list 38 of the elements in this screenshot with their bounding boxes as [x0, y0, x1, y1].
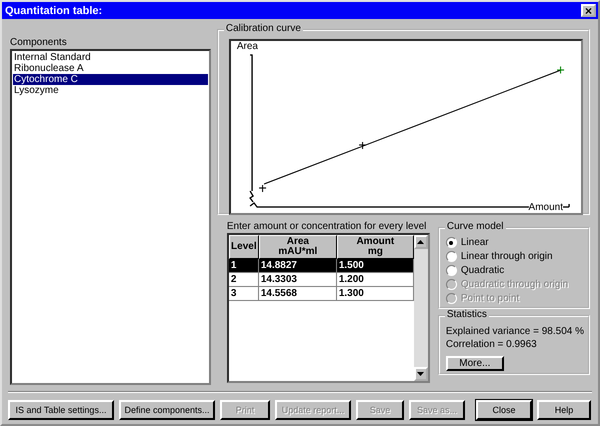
dialog-button[interactable]: IS and Table settings... — [8, 400, 114, 420]
column-header[interactable]: Area mAU*ml — [258, 235, 337, 259]
dialog-button[interactable]: Help — [537, 400, 591, 420]
more-button[interactable]: More... — [446, 356, 504, 371]
dialog-button[interactable]: Define components... — [119, 400, 215, 420]
dialog-button[interactable]: Close — [476, 400, 532, 420]
radio-option[interactable]: Quadratic — [446, 264, 584, 278]
table-cell: 14.3303 — [258, 273, 337, 286]
window-title: Quantitation table: — [5, 4, 102, 16]
scrollbar[interactable] — [414, 235, 428, 381]
table-cell: 14.5568 — [258, 287, 337, 300]
statistic-text: Correlation = 0.9963 — [446, 339, 538, 350]
table-row[interactable]: 3 14.5568 1.300 — [228, 287, 414, 301]
radio-icon[interactable] — [446, 251, 457, 262]
table-cell: 2 — [228, 273, 259, 286]
axis-label: Area — [236, 41, 258, 52]
statistic-text: Explained variance = 98.504 % — [446, 326, 584, 337]
column-header[interactable]: Amount mg — [336, 235, 414, 259]
table-cell: 14.8827 — [258, 259, 337, 272]
component-item[interactable]: Lysozyme — [13, 85, 208, 96]
radio-option[interactable]: Linear — [446, 236, 584, 250]
table-label: Enter amount or concentration for every level — [226, 221, 428, 233]
component-item[interactable]: Internal Standard — [13, 52, 208, 63]
radio-icon[interactable] — [446, 237, 457, 248]
radio-option[interactable]: Linear through origin — [446, 250, 584, 264]
components-label: Components — [10, 37, 68, 49]
axis-label: Amount — [528, 202, 563, 213]
scroll-down-icon[interactable] — [414, 367, 428, 381]
table-cell: 3 — [228, 287, 259, 300]
table-row[interactable]: 2 14.3303 1.200 — [228, 273, 414, 287]
table-cell: 1 — [228, 259, 259, 272]
component-item[interactable]: Ribonuclease A — [13, 63, 208, 74]
radio-icon[interactable] — [446, 264, 457, 276]
column-header[interactable]: Level — [228, 235, 259, 259]
close-button[interactable]: × — [581, 4, 596, 17]
scroll-up-icon[interactable] — [414, 235, 428, 249]
component-item[interactable]: Cytochrome C — [13, 74, 208, 85]
table-row[interactable]: 1 14.8827 1.500 — [228, 259, 414, 273]
